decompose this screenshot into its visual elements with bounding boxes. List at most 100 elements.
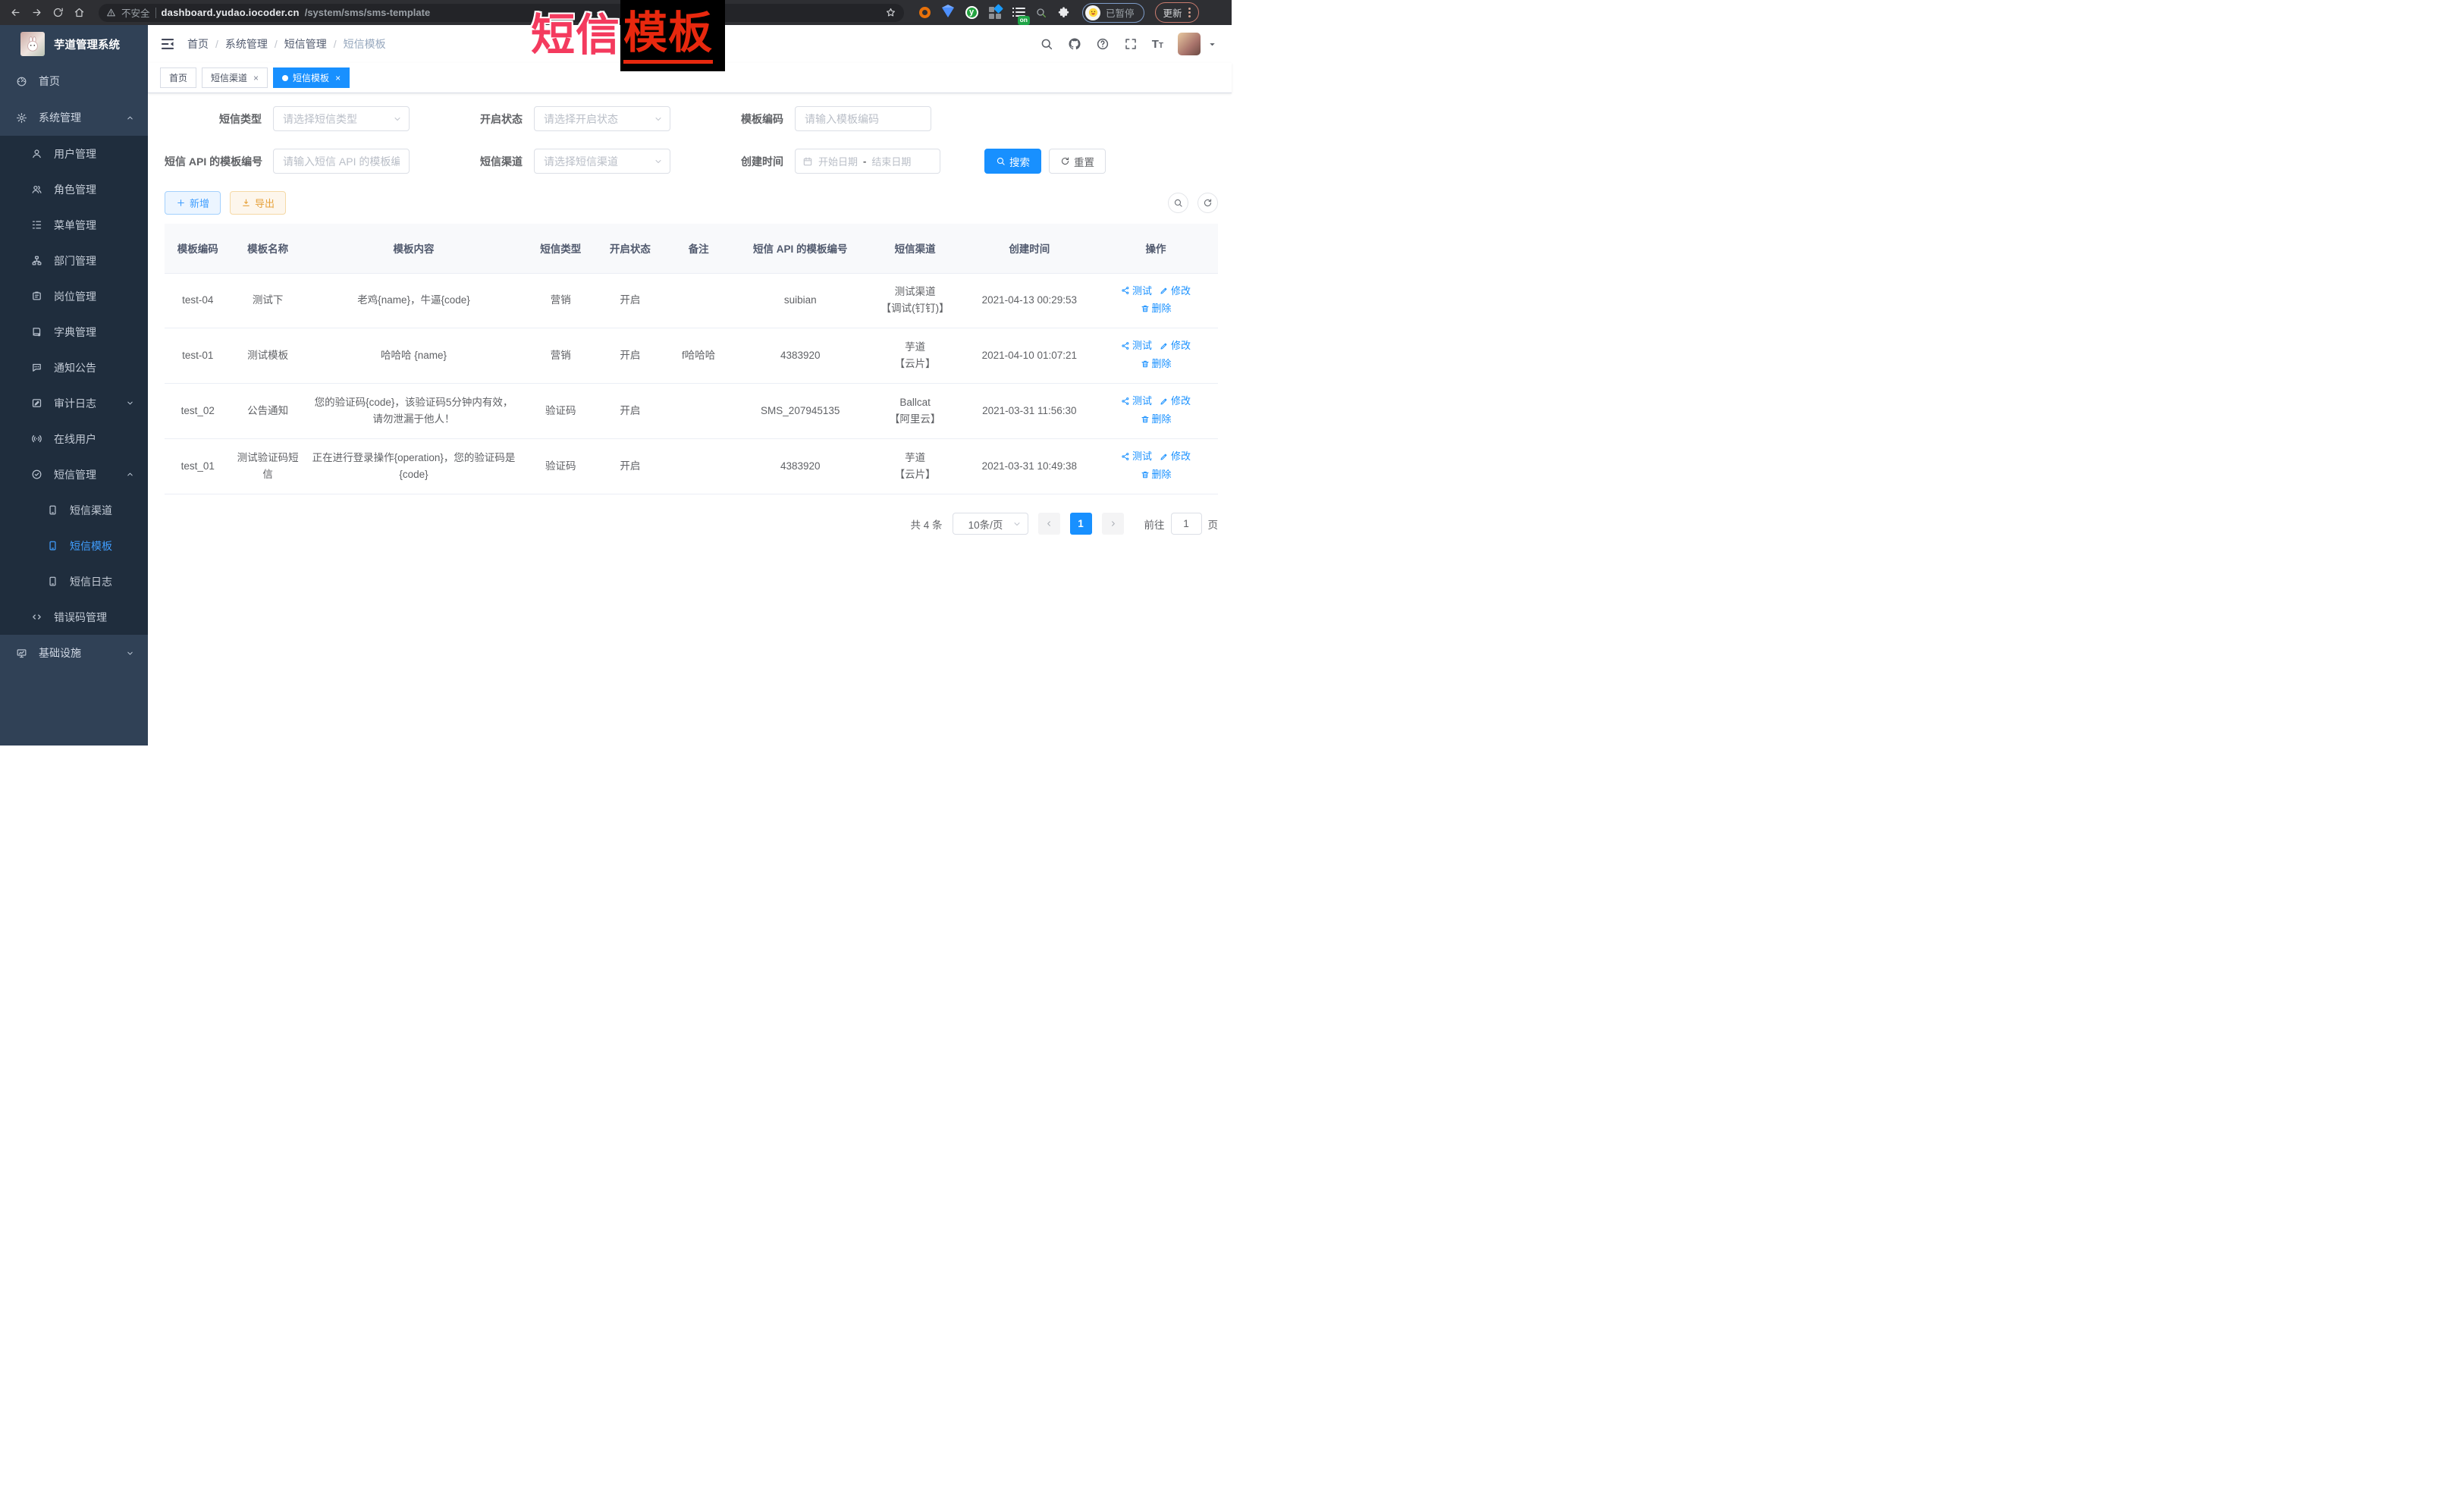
font-size-icon[interactable]: TT xyxy=(1152,39,1163,50)
sidebar-item-错误码管理[interactable]: 错误码管理 xyxy=(0,599,148,635)
page-size-select[interactable]: 10条/页 xyxy=(953,513,1028,535)
app-logo-row[interactable]: 芋道管理系统 xyxy=(0,25,148,63)
sidebar-item-用户管理[interactable]: 用户管理 xyxy=(0,136,148,171)
close-icon[interactable]: × xyxy=(253,73,259,83)
sidebar-item-label: 短信模板 xyxy=(70,538,112,554)
home-icon[interactable] xyxy=(70,4,88,22)
collapse-sidebar-icon[interactable] xyxy=(160,36,175,52)
action-测试-link[interactable]: 测试 xyxy=(1121,393,1152,409)
fullscreen-icon[interactable] xyxy=(1124,37,1138,51)
breadcrumb-item[interactable]: 系统管理 xyxy=(225,36,268,52)
action-修改-link[interactable]: 修改 xyxy=(1160,448,1191,464)
reset-button[interactable]: 重置 xyxy=(1049,149,1106,174)
sidebar-item-岗位管理[interactable]: 岗位管理 xyxy=(0,278,148,314)
tag-短信渠道[interactable]: 短信渠道× xyxy=(202,67,268,88)
gem-extension-icon[interactable] xyxy=(941,6,955,20)
phone-icon xyxy=(47,540,58,551)
home-glyph-icon xyxy=(74,7,85,18)
infra-icon xyxy=(16,648,27,659)
action-删除-link[interactable]: 删除 xyxy=(1141,300,1172,316)
close-icon[interactable]: × xyxy=(335,73,341,83)
column-header-模板名称: 模板名称 xyxy=(231,224,305,273)
share-icon xyxy=(1121,341,1130,350)
reload-icon[interactable] xyxy=(49,4,67,22)
sidebar-item-系统管理[interactable]: 系统管理 xyxy=(0,99,148,136)
sidebar-item-审计日志[interactable]: 审计日志 xyxy=(0,385,148,421)
sidebar-item-通知公告[interactable]: 通知公告 xyxy=(0,350,148,385)
action-测试-link[interactable]: 测试 xyxy=(1121,337,1152,353)
next-page-button[interactable] xyxy=(1102,513,1124,535)
help-icon[interactable] xyxy=(1096,37,1110,51)
grid-extension-icon[interactable] xyxy=(988,6,1002,20)
date-separator: - xyxy=(863,155,866,167)
orange-ring-extension-icon[interactable] xyxy=(918,6,931,20)
y-extension-icon[interactable]: y xyxy=(965,6,978,20)
user-avatar[interactable] xyxy=(1178,33,1201,55)
sidebar-item-短信管理[interactable]: 短信管理 xyxy=(0,457,148,492)
action-删除-link[interactable]: 删除 xyxy=(1141,466,1172,482)
action-删除-link[interactable]: 删除 xyxy=(1141,356,1172,372)
sidebar-item-字典管理[interactable]: 字典管理 xyxy=(0,314,148,350)
select-短信类型[interactable] xyxy=(273,106,410,131)
browser-profile-chip[interactable]: 已暂停 xyxy=(1082,3,1144,23)
search-button[interactable]: 搜索 xyxy=(984,149,1041,174)
sidebar-item-短信模板[interactable]: 短信模板 xyxy=(0,528,148,563)
tag-bar: 首页短信渠道× 短信模板 × xyxy=(148,63,1232,93)
action-测试-link[interactable]: 测试 xyxy=(1121,448,1152,464)
sidebar-item-首页[interactable]: 首页 xyxy=(0,63,148,99)
forward-icon[interactable] xyxy=(27,4,46,22)
action-修改-link[interactable]: 修改 xyxy=(1160,337,1191,353)
page-number-1[interactable]: 1 xyxy=(1070,513,1092,535)
action-测试-link[interactable]: 测试 xyxy=(1121,283,1152,299)
table-cell-created: 2021-04-13 00:29:53 xyxy=(965,273,1094,328)
edit-icon xyxy=(1160,452,1169,461)
sidebar-item-label: 首页 xyxy=(39,74,60,89)
sidebar-item-短信渠道[interactable]: 短信渠道 xyxy=(0,492,148,528)
browser-update-button[interactable]: 更新 xyxy=(1155,2,1199,23)
puzzle-extensions-icon[interactable] xyxy=(1057,6,1070,19)
extensions-zone: y on xyxy=(918,6,1070,20)
prev-page-button[interactable] xyxy=(1038,513,1060,535)
magnifier-extension-icon[interactable] xyxy=(1035,7,1047,19)
kebab-menu-icon[interactable] xyxy=(1188,8,1191,17)
sidebar-item-菜单管理[interactable]: 菜单管理 xyxy=(0,207,148,243)
start-date-placeholder[interactable]: 开始日期 xyxy=(818,154,858,168)
end-date-placeholder[interactable]: 结束日期 xyxy=(871,154,911,168)
sidebar-item-在线用户[interactable]: 在线用户 xyxy=(0,421,148,457)
table-cell: 测试模板 xyxy=(231,328,305,384)
export-button[interactable]: 导出 xyxy=(230,191,286,215)
avatar-caret-down-icon[interactable] xyxy=(1208,40,1216,49)
tag-短信模板[interactable]: 短信模板 × xyxy=(273,67,350,88)
bookmark-star-icon[interactable] xyxy=(885,7,896,18)
refresh-table-button[interactable] xyxy=(1197,193,1218,213)
table-cell-actions: 测试修改删除 xyxy=(1094,273,1218,328)
table-cell: test_01 xyxy=(165,439,231,494)
total-count-label: 共 4 条 xyxy=(910,516,942,532)
input-短信 API 的模板编号[interactable] xyxy=(273,149,410,174)
address-bar[interactable]: 不安全 dashboard.yudao.iocoder.cn/system/sm… xyxy=(99,4,904,22)
github-icon[interactable] xyxy=(1068,37,1081,51)
back-icon[interactable] xyxy=(6,4,24,22)
action-修改-link[interactable]: 修改 xyxy=(1160,283,1191,299)
filter-label: 短信渠道 xyxy=(479,154,523,169)
action-修改-link[interactable]: 修改 xyxy=(1160,393,1191,409)
goto-page-input[interactable] xyxy=(1171,513,1202,535)
channel-line: 测试渠道 xyxy=(871,284,959,300)
sidebar-item-短信日志[interactable]: 短信日志 xyxy=(0,563,148,599)
list-extension-icon[interactable]: on xyxy=(1012,6,1025,20)
select-开启状态[interactable] xyxy=(534,106,670,131)
add-button[interactable]: 新增 xyxy=(165,191,221,215)
input-模板编码[interactable] xyxy=(795,106,931,131)
tag-首页[interactable]: 首页 xyxy=(160,67,196,88)
tag-label: 短信模板 xyxy=(293,71,329,84)
breadcrumb-item[interactable]: 短信管理 xyxy=(284,36,327,52)
search-icon[interactable] xyxy=(1040,37,1053,51)
sidebar-item-角色管理[interactable]: 角色管理 xyxy=(0,171,148,207)
breadcrumb-item[interactable]: 首页 xyxy=(187,36,209,52)
sidebar-item-基础设施[interactable]: 基础设施 xyxy=(0,635,148,671)
sidebar-item-部门管理[interactable]: 部门管理 xyxy=(0,243,148,278)
action-删除-link[interactable]: 删除 xyxy=(1141,411,1172,427)
show-search-button[interactable] xyxy=(1168,193,1188,213)
select-短信渠道[interactable] xyxy=(534,149,670,174)
date-range-picker[interactable]: 开始日期-结束日期 xyxy=(795,149,940,174)
